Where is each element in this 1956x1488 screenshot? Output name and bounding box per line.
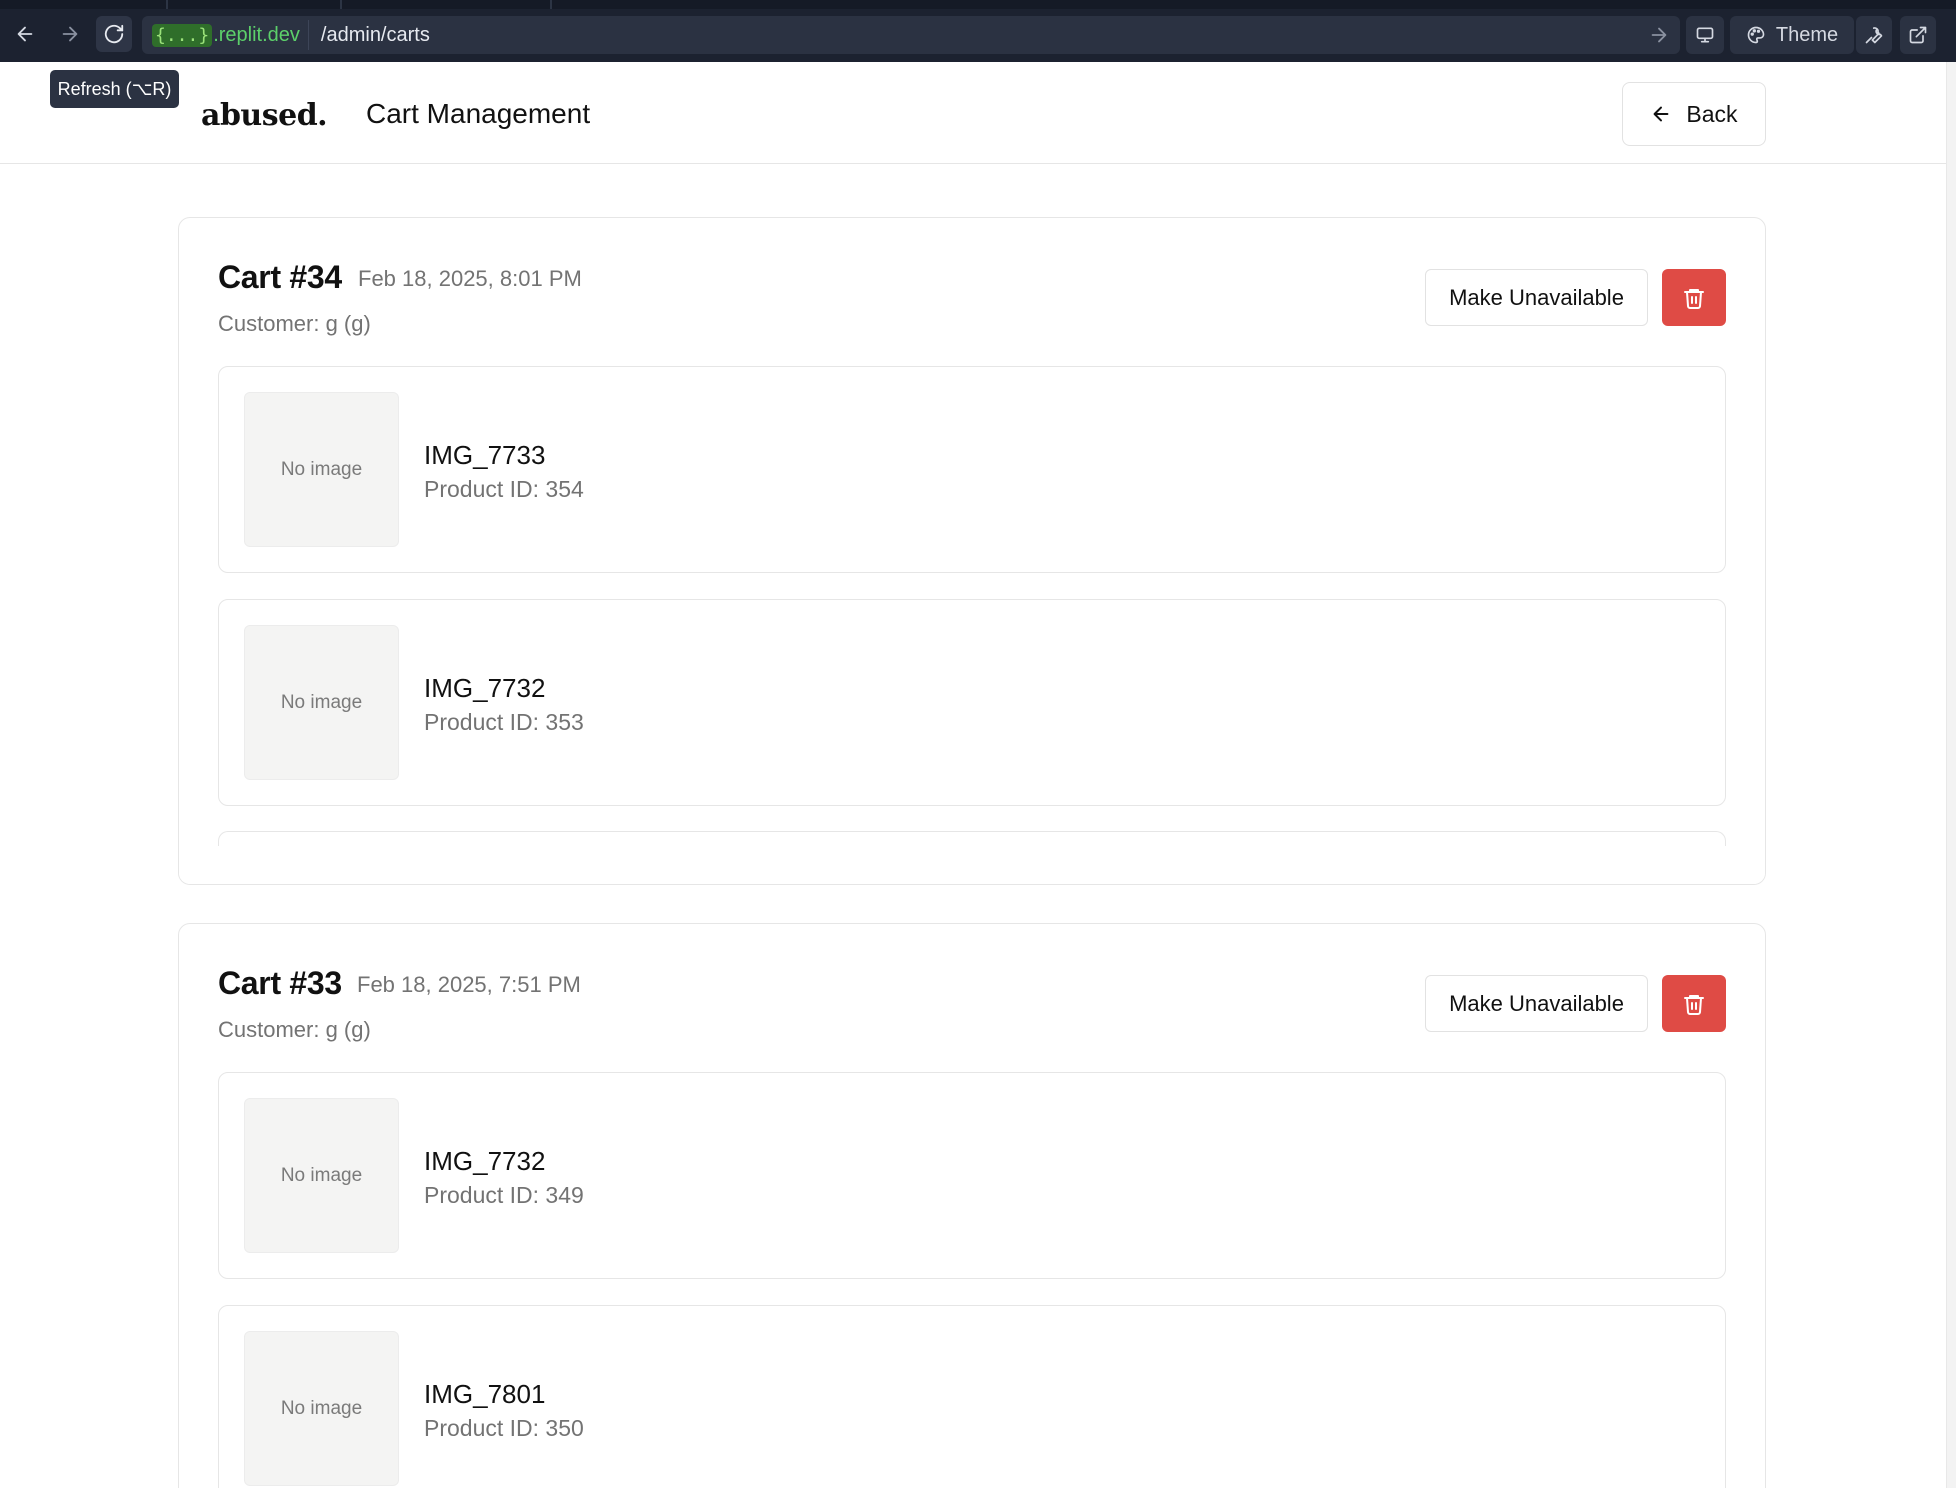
product-id: Product ID: 349 <box>424 1182 584 1208</box>
arrow-left-icon <box>1653 106 1669 122</box>
page-title: Cart Management <box>366 98 591 129</box>
arrow-left-icon <box>17 26 33 42</box>
browser-toolbar: {...} .replit.dev /admin/carts Theme <box>0 0 1956 62</box>
cart-card: Cart #34 Feb 18, 2025, 8:01 PM Customer:… <box>178 217 1766 885</box>
product-name: IMG_7733 <box>424 440 546 470</box>
palette-icon <box>1747 26 1765 44</box>
theme-button[interactable]: Theme <box>1730 16 1854 54</box>
trash-icon <box>1684 288 1704 309</box>
devtools-button[interactable] <box>1686 16 1724 54</box>
cart-customer: Customer: g (g) <box>218 1017 371 1042</box>
tab-divider <box>340 0 342 9</box>
external-link-icon <box>1909 26 1927 44</box>
url-path: /admin/carts <box>320 23 430 46</box>
cart-item: No image IMG_7732 Product ID: 349 <box>218 1072 1726 1279</box>
url-host-tag: {...} <box>152 23 213 47</box>
arrow-right-icon <box>62 26 78 42</box>
cart-item: No image IMG_7732 Product ID: 353 <box>218 599 1726 806</box>
tab-divider <box>550 0 552 9</box>
refresh-tooltip: Refresh (⌥R) <box>50 70 179 108</box>
cart-customer: Customer: g (g) <box>218 311 371 336</box>
cart-title: Cart #33 <box>218 965 342 1001</box>
browser-refresh-button[interactable] <box>96 16 132 52</box>
product-id: Product ID: 350 <box>424 1415 584 1441</box>
open-external-button[interactable] <box>1900 16 1936 54</box>
tools-button[interactable] <box>1856 16 1892 54</box>
address-bar[interactable]: {...} .replit.dev /admin/carts <box>142 16 1680 54</box>
make-unavailable-button[interactable]: Make Unavailable <box>1425 975 1648 1032</box>
tab-strip <box>0 0 1956 9</box>
product-image-placeholder: No image <box>244 392 399 547</box>
cart-title: Cart #34 <box>218 259 342 295</box>
product-name: IMG_7732 <box>424 673 546 703</box>
product-image-placeholder: No image <box>244 625 399 780</box>
scrollbar[interactable] <box>1946 62 1956 1488</box>
refresh-icon <box>104 24 124 44</box>
tab-divider <box>166 0 168 9</box>
scroll-clip <box>179 846 1765 884</box>
delete-cart-button[interactable] <box>1662 975 1726 1032</box>
make-unavailable-button[interactable]: Make Unavailable <box>1425 269 1648 326</box>
product-name: IMG_7732 <box>424 1146 546 1176</box>
app-header: abused. Cart Management Back <box>0 62 1946 164</box>
url-host: {...} .replit.dev <box>146 20 309 50</box>
product-image-placeholder: No image <box>244 1098 399 1253</box>
browser-back-button[interactable] <box>7 16 43 52</box>
cart-item: No image IMG_7801 Product ID: 350 <box>218 1305 1726 1488</box>
wrench-icon <box>1865 27 1883 44</box>
cart-item: No image IMG_7733 Product ID: 354 <box>218 366 1726 573</box>
product-image-placeholder: No image <box>244 1331 399 1486</box>
arrow-right-icon[interactable] <box>1648 24 1670 46</box>
product-name: IMG_7801 <box>424 1379 546 1409</box>
back-label: Back <box>1686 100 1738 127</box>
back-button[interactable]: Back <box>1622 82 1766 146</box>
product-id: Product ID: 353 <box>424 709 584 735</box>
delete-cart-button[interactable] <box>1662 269 1726 326</box>
logo[interactable]: abused. <box>201 98 328 133</box>
browser-forward-button[interactable] <box>52 16 88 52</box>
monitor-icon <box>1696 27 1714 43</box>
url-host-domain: .replit.dev <box>213 23 300 46</box>
cart-card: Cart #33 Feb 18, 2025, 7:51 PM Customer:… <box>178 923 1766 1488</box>
cart-date: Feb 18, 2025, 7:51 PM <box>357 972 581 997</box>
product-id: Product ID: 354 <box>424 476 584 502</box>
theme-label: Theme <box>1775 23 1839 46</box>
cart-date: Feb 18, 2025, 8:01 PM <box>358 266 582 291</box>
trash-icon <box>1684 994 1704 1015</box>
